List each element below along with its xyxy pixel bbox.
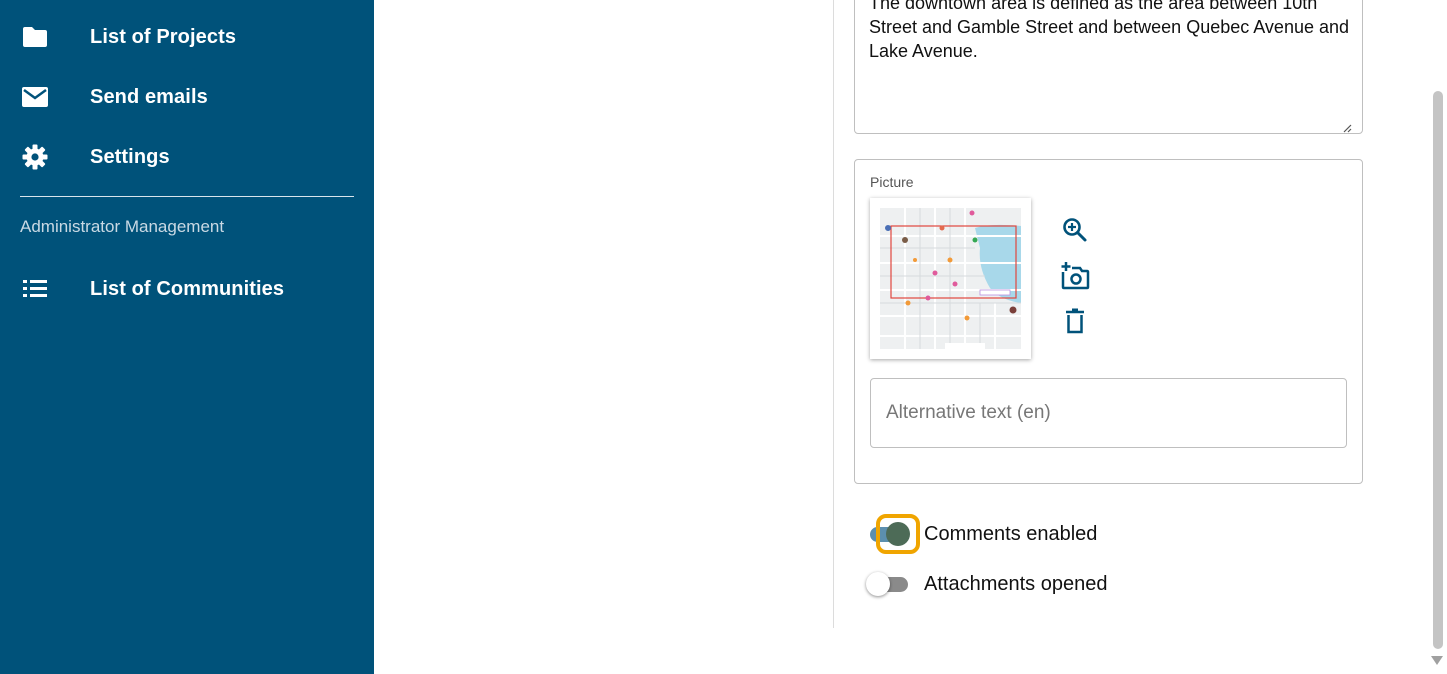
description-text: The downtown area is defined as the area…: [869, 0, 1350, 61]
picture-label: Picture: [870, 174, 914, 190]
picture-card: Picture: [854, 159, 1363, 484]
sidebar-item-send-emails[interactable]: Send emails: [0, 73, 374, 121]
scroll-down-arrow-icon[interactable]: [1431, 656, 1443, 665]
list-icon: [21, 275, 49, 303]
toggle-knob: [866, 572, 890, 596]
attachments-toggle[interactable]: [866, 564, 912, 604]
attachments-toggle-label: Attachments opened: [924, 572, 1108, 595]
sidebar-divider: [20, 196, 354, 197]
sidebar-item-label: Send emails: [90, 85, 208, 108]
vertical-scrollbar[interactable]: [1428, 0, 1447, 674]
picture-thumbnail[interactable]: [870, 198, 1031, 359]
sidebar-item-settings[interactable]: Settings: [0, 133, 374, 181]
zoom-in-button[interactable]: [1059, 216, 1091, 248]
alternative-text-input[interactable]: [870, 378, 1347, 448]
resize-grip-icon[interactable]: [1342, 120, 1352, 133]
sidebar-item-label: List of Projects: [90, 25, 237, 48]
folder-icon: [21, 23, 49, 51]
add-photo-button[interactable]: [1059, 261, 1091, 295]
gear-icon: [21, 143, 49, 171]
sidebar-item-label: List of Communities: [90, 277, 285, 300]
comments-toggle-label: Comments enabled: [924, 522, 1098, 545]
map-image: [880, 208, 1021, 349]
content-divider: [833, 0, 834, 628]
comments-toggle-row: Comments enabled: [866, 514, 1097, 554]
add-photo-icon: [1060, 261, 1090, 295]
sidebar-item-list-of-projects[interactable]: List of Projects: [0, 13, 374, 61]
sidebar-section-title: Administrator Management: [20, 217, 225, 236]
sidebar-item-list-of-communities[interactable]: List of Communities: [0, 265, 374, 313]
description-textarea[interactable]: The downtown area is defined as the area…: [854, 0, 1363, 134]
comments-toggle[interactable]: [866, 514, 920, 554]
toggle-knob: [886, 522, 910, 546]
delete-icon: [1065, 308, 1085, 339]
delete-picture-button[interactable]: [1059, 307, 1091, 339]
attachments-toggle-row: Attachments opened: [866, 564, 1107, 604]
sidebar: List of Projects Send emails Settings Ad…: [0, 0, 374, 674]
mail-icon: [21, 83, 49, 111]
zoom-in-icon: [1062, 217, 1088, 248]
scrollbar-thumb[interactable]: [1433, 91, 1443, 649]
sidebar-item-label: Settings: [90, 145, 170, 168]
